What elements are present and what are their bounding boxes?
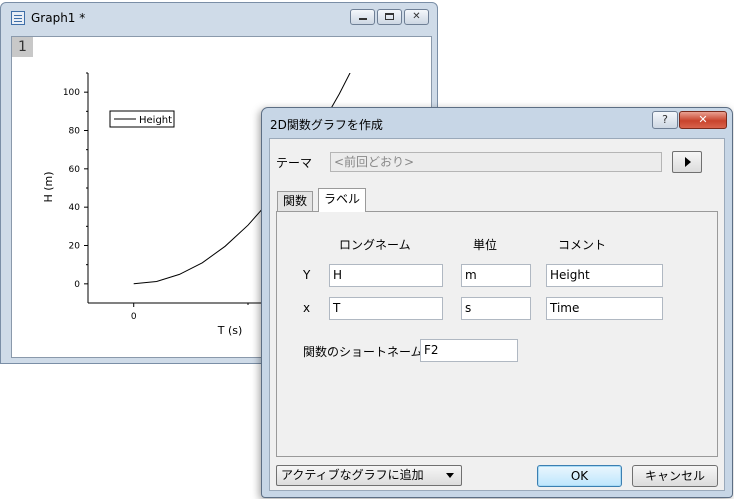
tab-label[interactable]: ラベル [318, 188, 367, 212]
y-axis-label: H (m) [42, 171, 55, 202]
legend[interactable]: Height [109, 110, 175, 128]
graph-window-icon [11, 11, 25, 25]
y-tick-label: 40 [69, 203, 81, 213]
close-icon: ✕ [412, 11, 421, 22]
x-longname-field[interactable]: T [329, 297, 443, 320]
dialog-body: テーマ <前回どおり> 関数 ラベル ロングネーム 単位 コメント Y H m … [269, 138, 725, 491]
label-tab-panel: ロングネーム 単位 コメント Y H m Height x T s Time 関… [276, 211, 718, 457]
dialog-close-button[interactable]: ✕ [679, 111, 727, 129]
theme-field[interactable]: <前回どおり> [330, 152, 662, 172]
maximize-icon [378, 10, 401, 24]
tab-function[interactable]: 関数 [277, 191, 314, 211]
col-header-longname: ロングネーム [339, 238, 411, 252]
chevron-down-icon [446, 473, 454, 478]
add-target-dropdown[interactable]: アクティブなグラフに追加 [276, 465, 462, 486]
col-header-unit: 単位 [473, 238, 498, 252]
y-unit-field[interactable]: m [461, 264, 531, 287]
graph-window-title: Graph1 * [31, 11, 86, 25]
create-2d-function-dialog: 2D関数グラフを作成 ? ✕ テーマ <前回どおり> 関数 ラベル ロングネーム… [261, 107, 733, 498]
minimize-button[interactable] [350, 9, 375, 25]
ok-button[interactable]: OK [537, 465, 622, 487]
y-tick-label: 60 [69, 165, 81, 175]
cancel-button[interactable]: キャンセル [632, 465, 718, 487]
y-longname-field[interactable]: H [329, 264, 443, 287]
col-header-comment: コメント [558, 238, 607, 252]
row-label-x: x [303, 301, 311, 315]
help-button[interactable]: ? [652, 111, 678, 129]
x-tick-label: 0 [131, 312, 137, 322]
legend-entry-height: Height [139, 115, 172, 126]
row-label-y: Y [303, 268, 311, 282]
maximize-button[interactable] [377, 9, 402, 25]
add-target-value: アクティブなグラフに追加 [281, 468, 424, 482]
minimize-icon [351, 10, 374, 24]
x-comment-field[interactable]: Time [546, 297, 663, 320]
y-tick-label: 100 [63, 88, 80, 98]
x-axis-label: T (s) [217, 324, 243, 337]
y-tick-label: 0 [74, 280, 80, 290]
shortname-label: 関数のショートネーム [303, 345, 423, 359]
graph-titlebar[interactable]: Graph1 * ✕ [7, 7, 431, 31]
y-tick-label: 80 [69, 127, 81, 137]
x-unit-field[interactable]: s [461, 297, 531, 320]
theme-label: テーマ [276, 156, 313, 170]
graph-close-button[interactable]: ✕ [404, 9, 429, 25]
theme-menu-button[interactable] [672, 151, 702, 173]
y-tick-label: 20 [69, 242, 81, 252]
dialog-title: 2D関数グラフを作成 [270, 118, 383, 132]
y-comment-field[interactable]: Height [546, 264, 663, 287]
shortname-field[interactable]: F2 [420, 339, 518, 362]
